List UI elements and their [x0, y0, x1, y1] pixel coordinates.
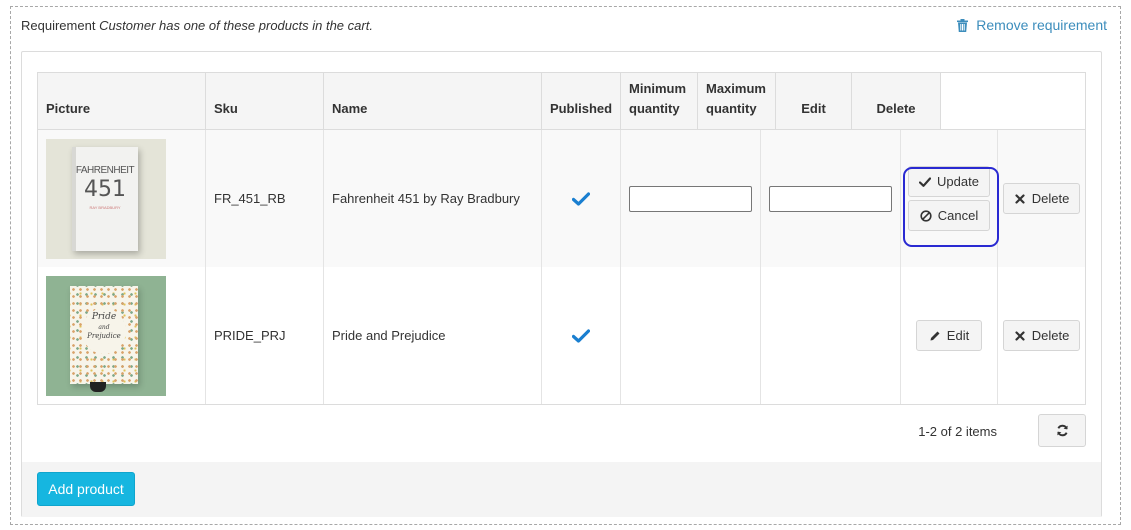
check-icon: [572, 191, 590, 206]
times-icon: [1015, 193, 1025, 204]
book-cover: Pride and Prejudice: [70, 285, 138, 384]
edit-focus-highlight: [903, 167, 999, 247]
book-title: FAHRENHEIT: [75, 164, 135, 176]
picture-cell: FAHRENHEIT 451 RAY BRADBURY: [38, 130, 206, 267]
min-quantity-cell: [621, 130, 761, 267]
trash-icon: [957, 18, 969, 32]
pencil-icon: [930, 331, 940, 340]
delete-button[interactable]: Delete: [1002, 183, 1081, 214]
name-cell: Fahrenheit 451 by Ray Bradbury: [324, 130, 542, 267]
book-cover: FAHRENHEIT 451 RAY BRADBURY: [72, 146, 138, 251]
name-cell: Pride and Prejudice: [324, 267, 542, 404]
delete-cell: Delete: [998, 267, 1085, 404]
max-quantity-line2: quantity: [706, 101, 757, 116]
sku-cell: FR_451_RB: [206, 130, 324, 267]
min-quantity-line1: Minimum: [629, 81, 687, 96]
times-icon: [1015, 330, 1025, 341]
sku-cell: PRIDE_PRJ: [206, 267, 324, 404]
max-quantity-line1: Maximum: [706, 81, 766, 96]
book-author: RAY BRADBURY: [89, 204, 121, 210]
table-row: Pride and Prejudice PRIDE_PRJ Pride and …: [38, 267, 1085, 404]
column-header-delete: Delete: [852, 73, 941, 130]
column-header-min-quantity[interactable]: Minimum quantity: [621, 73, 698, 130]
book-title: Pride: [91, 311, 117, 322]
bookmark-ribbon: [90, 381, 106, 392]
delete-label: Delete: [1031, 191, 1070, 206]
max-quantity-cell: [761, 130, 901, 267]
pager-info: 1-2 of 2 items: [918, 424, 997, 439]
book-number: 451: [84, 176, 126, 202]
column-header-sku[interactable]: Sku: [206, 73, 324, 130]
edit-cell: Edit: [901, 267, 998, 404]
header-filler: [941, 73, 1085, 130]
column-header-published[interactable]: Published: [542, 73, 621, 130]
requirement-container: Requirement Customer has one of these pr…: [10, 6, 1121, 525]
edit-button[interactable]: Edit: [916, 320, 982, 351]
check-icon: [572, 328, 590, 343]
book-title-and: and: [98, 323, 110, 331]
book-title-prejudice: Prejudice: [87, 331, 121, 340]
delete-button[interactable]: Delete: [1002, 320, 1081, 351]
product-image: FAHRENHEIT 451 RAY BRADBURY: [46, 138, 166, 259]
delete-cell: Delete: [998, 130, 1085, 267]
published-cell: [542, 267, 621, 404]
column-header-name[interactable]: Name: [324, 73, 542, 130]
min-quantity-input[interactable]: [629, 185, 752, 212]
column-header-max-quantity[interactable]: Maximum quantity: [698, 73, 776, 130]
picture-cell: Pride and Prejudice: [38, 267, 206, 404]
requirement-text: Requirement Customer has one of these pr…: [21, 18, 373, 33]
min-quantity-line2: quantity: [629, 101, 680, 116]
product-image: Pride and Prejudice: [46, 275, 166, 396]
published-cell: [542, 130, 621, 267]
remove-requirement-link[interactable]: Remove requirement: [957, 17, 1107, 33]
remove-requirement-label: Remove requirement: [976, 17, 1107, 33]
delete-label: Delete: [1031, 328, 1070, 343]
column-header-picture: Picture: [38, 73, 206, 130]
panel-footer: [22, 462, 1101, 517]
add-product-button[interactable]: Add product: [37, 472, 135, 506]
column-header-edit: Edit: [776, 73, 852, 130]
refresh-button[interactable]: [1038, 414, 1086, 447]
min-quantity-cell: [621, 267, 761, 404]
requirement-prefix: Requirement: [21, 18, 96, 33]
max-quantity-cell: [761, 267, 901, 404]
requirement-description: Customer has one of these products in th…: [99, 18, 373, 33]
products-panel: Picture Sku Name Published Minimum quant…: [21, 51, 1102, 517]
refresh-icon: [1056, 424, 1068, 437]
max-quantity-input[interactable]: [769, 185, 892, 212]
edit-label: Edit: [946, 328, 970, 343]
